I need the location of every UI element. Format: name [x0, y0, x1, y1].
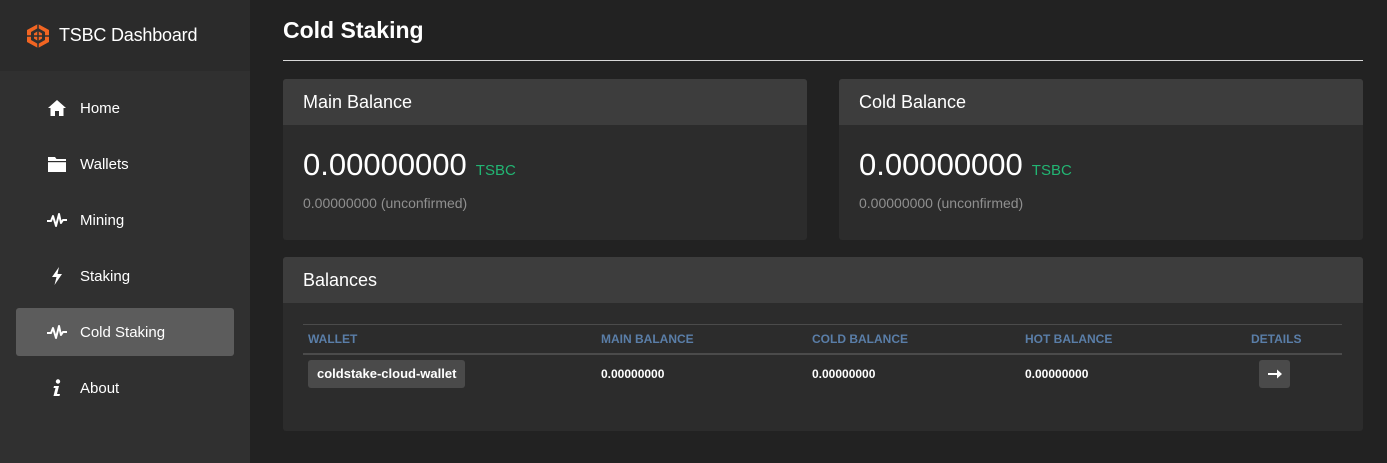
- details-button[interactable]: [1259, 360, 1290, 388]
- home-icon: [47, 98, 67, 118]
- column-header-details: DETAILS: [1246, 324, 1342, 355]
- sidebar-item-label: Staking: [80, 267, 131, 285]
- sidebar-item-home[interactable]: Home: [16, 84, 234, 132]
- brand[interactable]: TSBC Dashboard: [0, 0, 250, 71]
- column-header-main-balance: MAIN BALANCE: [596, 324, 807, 355]
- details-cell: [1246, 354, 1342, 394]
- sidebar-item-label: Cold Staking: [80, 323, 166, 341]
- balance-unit: TSBC: [475, 162, 516, 179]
- card-title: Main Balance: [283, 79, 807, 125]
- sidebar-item-staking[interactable]: Staking: [16, 252, 234, 300]
- unconfirmed-balance: 0.00000000 (unconfirmed): [859, 195, 1024, 211]
- sidebar-item-mining[interactable]: Mining: [16, 196, 234, 244]
- balance-amount: 0.00000000: [859, 147, 1023, 182]
- balances-table: WALLET MAIN BALANCE COLD BALANCE HOT BAL…: [303, 324, 1342, 394]
- balance-amount: 0.00000000: [303, 147, 467, 182]
- sidebar-item-label: Mining: [80, 211, 125, 229]
- unconfirmed-balance: 0.00000000 (unconfirmed): [303, 195, 468, 211]
- hot-balance-cell: 0.00000000: [1025, 367, 1089, 381]
- brand-logo-icon: [25, 23, 51, 49]
- main-balance-card: Main Balance 0.00000000 TSBC 0.00000000 …: [283, 79, 807, 240]
- sidebar-item-label: Home: [80, 99, 121, 117]
- arrow-right-icon: [1267, 369, 1282, 379]
- folder-icon: [47, 154, 67, 174]
- column-header-cold-balance: COLD BALANCE: [807, 324, 1020, 355]
- sidebar-item-about[interactable]: About: [16, 364, 234, 412]
- wallet-cell: coldstake-cloud-wallet: [303, 354, 596, 394]
- balance-unit: TSBC: [1031, 162, 1072, 179]
- pulse-icon: [47, 322, 67, 342]
- sidebar: TSBC Dashboard Home Wallets Mining Staki…: [0, 0, 250, 463]
- brand-title: TSBC Dashboard: [59, 25, 198, 45]
- pulse-icon: [47, 210, 67, 230]
- column-header-wallet: WALLET: [303, 324, 596, 355]
- card-title: Balances: [283, 257, 1363, 303]
- page-title: Cold Staking: [283, 0, 1363, 61]
- main-balance-cell: 0.00000000: [601, 367, 665, 381]
- sidebar-item-cold-staking[interactable]: Cold Staking: [16, 308, 234, 356]
- table-row: coldstake-cloud-wallet 0.00000000 0.0000…: [303, 354, 1342, 394]
- table-header-row: WALLET MAIN BALANCE COLD BALANCE HOT BAL…: [303, 324, 1342, 355]
- balances-card: Balances WALLET MAIN BALANCE COLD BALANC…: [283, 257, 1363, 431]
- card-title: Cold Balance: [839, 79, 1363, 125]
- sidebar-item-label: About: [80, 379, 120, 397]
- balance-row: 0.00000000 TSBC: [283, 125, 807, 183]
- sidebar-item-wallets[interactable]: Wallets: [16, 140, 234, 188]
- cold-balance-cell: 0.00000000: [812, 367, 876, 381]
- column-header-hot-balance: HOT BALANCE: [1020, 324, 1246, 355]
- sidebar-item-label: Wallets: [80, 155, 129, 173]
- sidebar-nav: Home Wallets Mining Staking Cold Staking: [0, 71, 250, 412]
- cold-balance-card: Cold Balance 0.00000000 TSBC 0.00000000 …: [839, 79, 1363, 240]
- info-icon: [47, 378, 67, 398]
- bolt-icon: [47, 266, 67, 286]
- main-content: Cold Staking Main Balance 0.00000000 TSB…: [283, 0, 1363, 431]
- wallet-name-button[interactable]: coldstake-cloud-wallet: [308, 360, 466, 388]
- balance-row: 0.00000000 TSBC: [839, 125, 1363, 183]
